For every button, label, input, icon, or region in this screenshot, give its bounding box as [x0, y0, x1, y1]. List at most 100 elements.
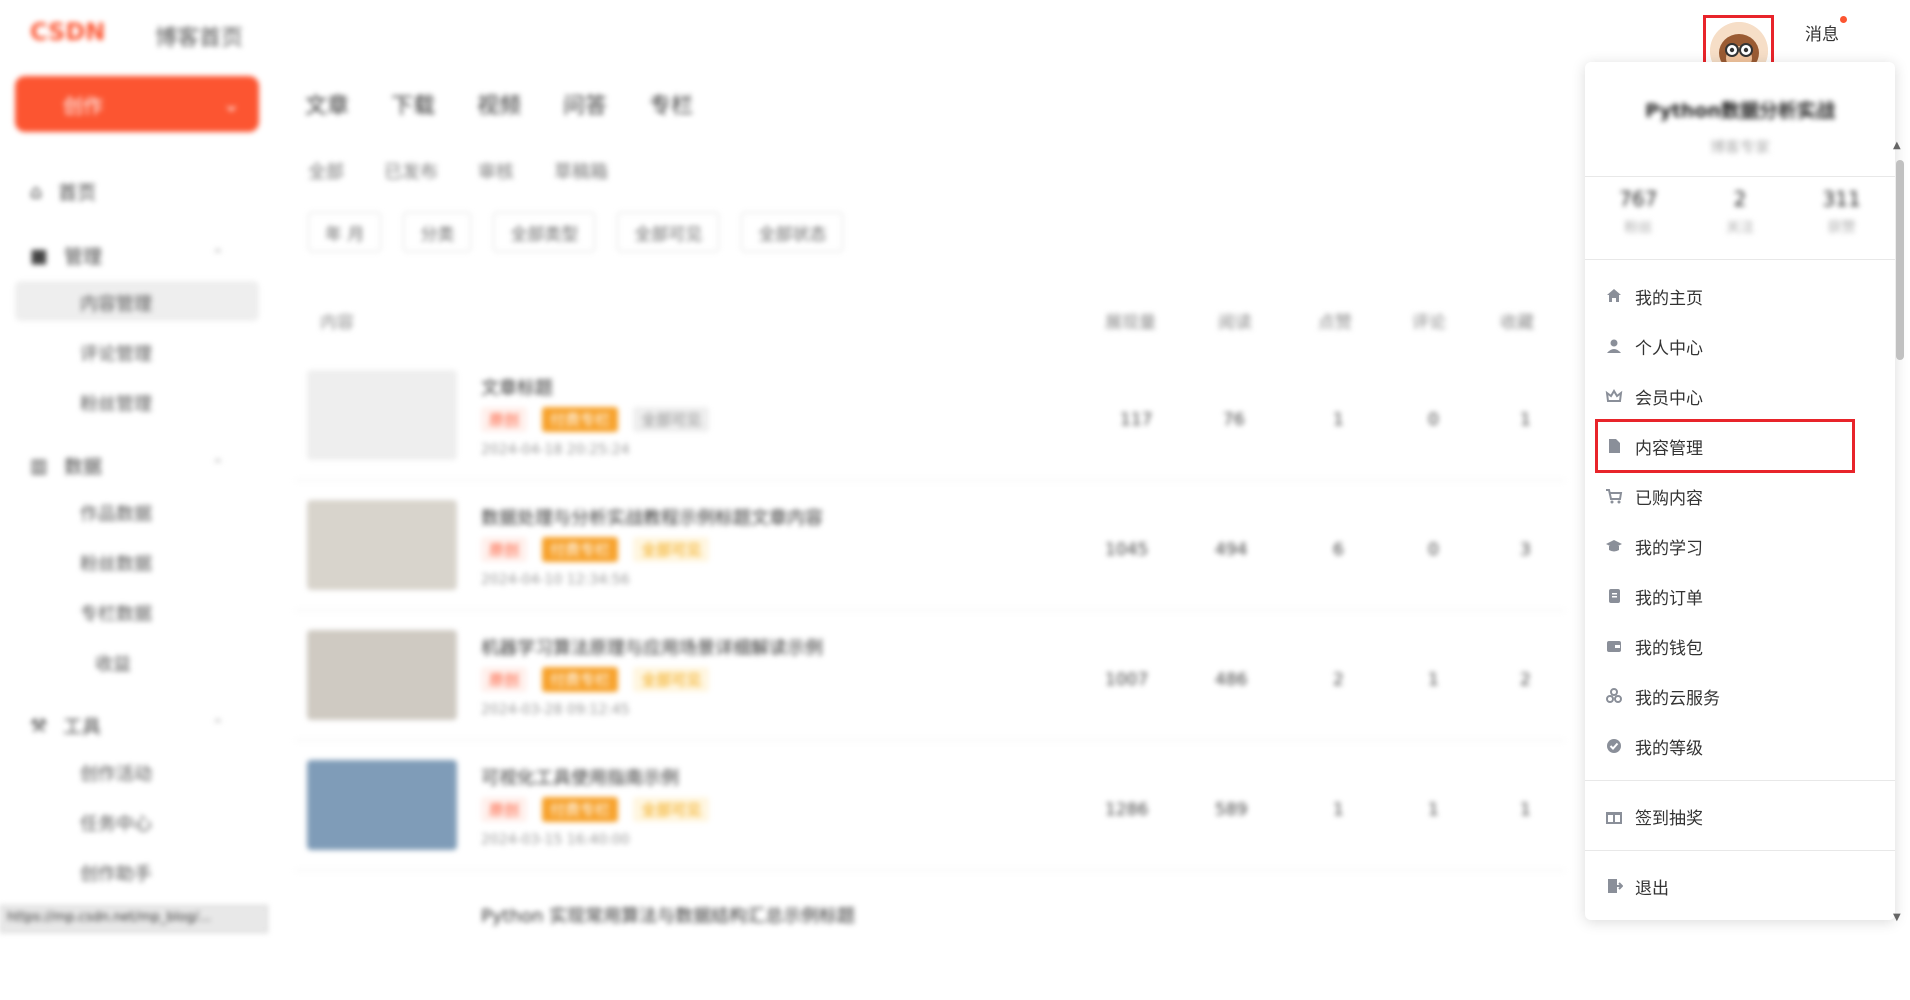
- logout-icon: [1608, 879, 1623, 893]
- home-icon: ⌂: [30, 180, 43, 203]
- row-title[interactable]: Python 实现常用算法与数据结构汇总示例标题: [481, 902, 855, 928]
- sidebar-item-content[interactable]: 内容管理: [80, 290, 152, 316]
- row-comments: 1: [1428, 800, 1439, 820]
- row-title[interactable]: 数据处理与分析实战教程示例标题文章内容: [481, 504, 823, 530]
- sidebar-group-data[interactable]: ▥ 数据: [30, 452, 102, 479]
- row-tags: 原创 付费专栏 全部可见: [481, 407, 719, 432]
- menu-my-cloud-service[interactable]: 我的云服务: [1605, 676, 1720, 716]
- tag-paid: 付费专栏: [542, 667, 619, 692]
- status-subtabs: 全部 已发布 审核 草稿箱: [308, 158, 608, 184]
- row-title[interactable]: 可视化工具使用指南示例: [481, 764, 679, 790]
- scroll-up-icon[interactable]: ▲: [1893, 140, 1901, 151]
- create-button[interactable]: 创作 ⌄: [15, 76, 259, 132]
- scroll-down-icon[interactable]: ▼: [1893, 912, 1901, 923]
- tools-icon: ⚒: [30, 714, 48, 737]
- tab-videos[interactable]: 视频: [477, 88, 521, 120]
- menu-my-orders[interactable]: 我的订单: [1605, 576, 1703, 616]
- row-favorites: 2: [1520, 670, 1531, 690]
- menu-checkin-lottery[interactable]: 签到抽奖: [1605, 796, 1703, 836]
- sidebar-item-activity[interactable]: 创作活动: [80, 760, 152, 786]
- sidebar-item-comments[interactable]: 评论管理: [80, 340, 152, 366]
- graduation-cap-icon: [1606, 540, 1622, 552]
- menu-my-learning[interactable]: 我的学习: [1605, 526, 1703, 566]
- row-likes: 1: [1333, 800, 1344, 820]
- tab-columns[interactable]: 专栏: [649, 88, 693, 120]
- row-impressions: 1045: [1105, 540, 1149, 560]
- row-date: 2024-04-10 12:34:56: [481, 572, 630, 588]
- collapse-icon[interactable]: ⌃: [212, 247, 224, 263]
- scrollbar-thumb[interactable]: [1896, 160, 1904, 360]
- sidebar-item-tasks[interactable]: 任务中心: [80, 810, 152, 836]
- filter-date[interactable]: 年 月: [308, 212, 382, 252]
- sidebar-item-assistant[interactable]: 创作助手: [80, 860, 152, 886]
- table-row[interactable]: 数据处理与分析实战教程示例标题文章内容 原创 付费专栏 全部可见 2024-04…: [295, 482, 1565, 611]
- divider: [1585, 780, 1895, 781]
- tag-visibility: 全部可见: [633, 407, 710, 432]
- subtab-published[interactable]: 已发布: [384, 158, 438, 184]
- sidebar-item-fans-data[interactable]: 粉丝数据: [80, 550, 152, 576]
- crown-icon: [1605, 389, 1623, 402]
- csdn-logo[interactable]: CSDN: [30, 18, 105, 46]
- subtab-all[interactable]: 全部: [308, 158, 344, 184]
- row-reads: 494: [1215, 540, 1248, 560]
- menu-content-management[interactable]: 内容管理: [1605, 426, 1703, 466]
- row-title[interactable]: 文章标题: [481, 374, 553, 400]
- messages-link[interactable]: 消息: [1805, 20, 1839, 45]
- menu-my-homepage[interactable]: 我的主页: [1605, 276, 1703, 316]
- filter-status[interactable]: 全部状态: [741, 212, 844, 252]
- level-badge-icon: [1607, 739, 1621, 753]
- stat-fans[interactable]: 767 粉丝: [1619, 187, 1657, 237]
- sidebar-item-works-data[interactable]: 作品数据: [80, 500, 152, 526]
- column-header-favorites: 收藏: [1500, 313, 1534, 333]
- user-dropdown-menu: Python数据分析实战 博客专家 767 粉丝 2 关注 311 获赞 我的主…: [1585, 62, 1895, 920]
- row-impressions: 1007: [1105, 670, 1149, 690]
- subtab-review[interactable]: 审核: [478, 158, 514, 184]
- menu-personal-center[interactable]: 个人中心: [1605, 326, 1703, 366]
- thumbnail: [307, 370, 457, 460]
- sidebar-group-manage[interactable]: ■ 管理: [30, 242, 102, 269]
- tag-paid: 付费专栏: [542, 797, 619, 822]
- table-row[interactable]: 可视化工具使用指南示例 原创 付费专栏 全部可见 2024-03-15 16:4…: [295, 742, 1565, 871]
- stat-following[interactable]: 2 关注: [1726, 187, 1754, 237]
- column-header-likes: 点赞: [1318, 313, 1352, 333]
- collapse-icon[interactable]: ⌃: [212, 717, 224, 733]
- brand-text[interactable]: 博客首页: [155, 20, 243, 52]
- table-row[interactable]: 机器学习算法原理与应用场景详细解读示例 原创 付费专栏 全部可见 2024-03…: [295, 612, 1565, 741]
- subtab-drafts[interactable]: 草稿箱: [554, 158, 608, 184]
- divider: [1585, 259, 1895, 260]
- tab-qa[interactable]: 问答: [563, 88, 607, 120]
- table-row[interactable]: 文章标题 原创 付费专栏 全部可见 2024-04-18 20:25:24 11…: [295, 352, 1565, 481]
- table-row[interactable]: Python 实现常用算法与数据结构汇总示例标题: [295, 872, 1565, 1000]
- row-title[interactable]: 机器学习算法原理与应用场景详细解读示例: [481, 634, 823, 660]
- row-date: 2024-03-28 09:12:45: [481, 702, 630, 718]
- menu-my-level[interactable]: 我的等级: [1605, 726, 1703, 766]
- menu-logout[interactable]: 退出: [1605, 866, 1669, 906]
- stat-likes[interactable]: 311 获赞: [1823, 187, 1861, 237]
- sidebar-group-tools[interactable]: ⚒ 工具: [30, 712, 101, 739]
- menu-my-wallet[interactable]: 我的钱包: [1605, 626, 1703, 666]
- order-icon: [1609, 589, 1620, 603]
- menu-purchased-content[interactable]: 已购内容: [1605, 476, 1703, 516]
- tab-downloads[interactable]: 下载: [391, 88, 435, 120]
- row-favorites: 1: [1520, 410, 1531, 430]
- cart-icon: [1606, 489, 1623, 504]
- tag-original: 原创: [481, 407, 528, 432]
- username[interactable]: Python数据分析实战: [1585, 96, 1895, 123]
- filter-type[interactable]: 全部类型: [493, 212, 596, 252]
- tab-articles[interactable]: 文章: [305, 88, 349, 120]
- column-header-content: 内容: [320, 313, 354, 333]
- collapse-icon[interactable]: ⌃: [212, 457, 224, 473]
- row-tags: 原创 付费专栏 全部可见: [481, 537, 719, 562]
- sidebar-item-column-data[interactable]: 专栏数据: [80, 600, 152, 626]
- sidebar-item-income[interactable]: 收益: [95, 650, 131, 676]
- manage-icon: ■: [30, 244, 48, 267]
- sidebar-item-fans[interactable]: 粉丝管理: [80, 390, 152, 416]
- row-tags: 原创 付费专栏 全部可见: [481, 667, 719, 692]
- sidebar-item-home[interactable]: ⌂ 首页: [30, 178, 96, 205]
- row-reads: 486: [1215, 670, 1248, 690]
- thumbnail: [307, 500, 457, 590]
- chevron-down-icon: ⌄: [223, 92, 240, 116]
- menu-member-center[interactable]: 会员中心: [1605, 376, 1703, 416]
- filter-category[interactable]: 分类: [403, 212, 472, 252]
- filter-visibility[interactable]: 全部可见: [617, 212, 720, 252]
